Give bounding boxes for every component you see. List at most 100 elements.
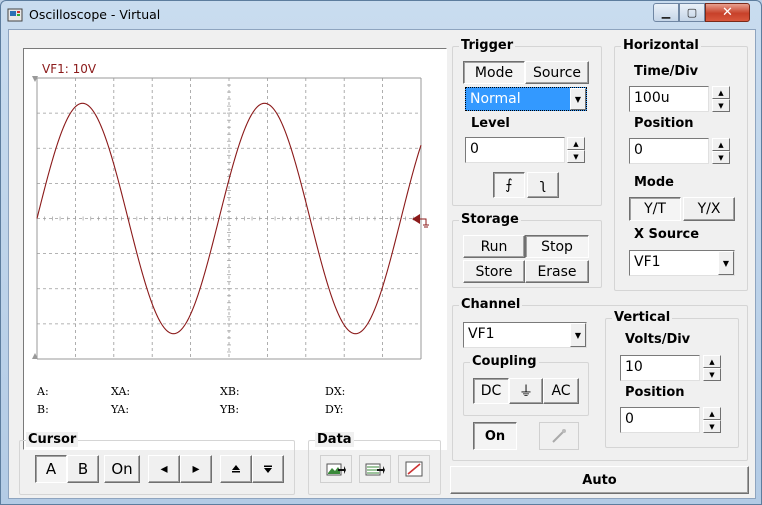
trigger-group: Trigger Mode Source Normal ▼ Level 0 ▲ ▼… — [452, 38, 602, 206]
trigger-mode-tab-label: Mode — [474, 64, 514, 81]
trigger-group-label: Trigger — [459, 38, 516, 53]
rising-edge-icon: ⨍ — [505, 177, 513, 193]
coupling-gnd-button[interactable]: ⏚ — [509, 378, 543, 404]
volts-div-input[interactable]: 10 — [620, 355, 700, 381]
spin-down-icon[interactable]: ▼ — [712, 99, 730, 112]
storage-run-label: Run — [480, 238, 508, 255]
storage-stop-label: Stop — [541, 238, 573, 255]
horizontal-position-input[interactable]: 0 — [629, 138, 709, 164]
export-data-icon — [365, 463, 385, 476]
cursor-on-button[interactable]: On — [104, 455, 140, 483]
time-div-value: 100u — [634, 90, 670, 106]
auto-label: Auto — [582, 472, 617, 488]
export-image-icon — [326, 463, 346, 476]
x-source-value: VF1 — [634, 254, 661, 270]
storage-stop-button[interactable]: Stop — [525, 235, 589, 258]
channel-scale-label: VF1: 10V — [42, 62, 97, 76]
cursor-b-button[interactable]: B — [67, 455, 99, 483]
readout-ya: YA: — [111, 403, 130, 416]
spin-up-icon[interactable]: ▲ — [567, 137, 585, 150]
mode-yt-label: Y/T — [644, 201, 666, 217]
ground-icon: ⏚ — [519, 384, 533, 400]
readout-dx: DX: — [325, 385, 346, 398]
time-div-input[interactable]: 100u — [629, 86, 709, 112]
cursor-up-button[interactable] — [220, 455, 252, 483]
mode-yx-label: Y/X — [697, 201, 721, 217]
maximize-icon: ▢ — [686, 6, 698, 19]
trigger-level-value: 0 — [470, 141, 479, 157]
title-bar[interactable]: Oscilloscope - Virtual ▁ ▢ ✕ — [1, 1, 761, 29]
trigger-mode-tab[interactable]: Mode — [463, 61, 525, 84]
arrow-right-icon: ▸ — [192, 461, 200, 477]
spin-down-icon[interactable]: ▼ — [703, 368, 721, 381]
mode-yx-button[interactable]: Y/X — [683, 197, 735, 221]
graph-icon — [405, 461, 423, 477]
channel-select[interactable]: VF1 — [463, 322, 587, 348]
scope-display[interactable]: VF1: 10V A: B: XA: YA: XB: YB: DX: DY: — [23, 48, 447, 450]
storage-run-button[interactable]: Run — [463, 235, 525, 258]
cursor-a-button[interactable]: A — [35, 455, 67, 483]
spin-up-icon[interactable]: ▲ — [712, 138, 730, 151]
client-area: VF1: 10V A: B: XA: YA: XB: YB: DX: DY: T… — [8, 29, 756, 499]
trigger-mode-dropdown-arrow[interactable]: ▼ — [570, 88, 586, 110]
storage-erase-button[interactable]: Erase — [525, 260, 589, 283]
chevron-down-icon: ▼ — [722, 258, 730, 268]
falling-edge-icon: ʅ — [539, 177, 547, 193]
channel-dropdown-arrow[interactable]: ▼ — [570, 323, 586, 347]
x-source-dropdown-arrow[interactable]: ▼ — [718, 251, 734, 275]
cursor-group-label: Cursor — [26, 432, 79, 447]
minimize-button[interactable]: ▁ — [653, 3, 679, 22]
trigger-mode-select[interactable]: Normal — [465, 87, 587, 111]
trigger-source-tab-label: Source — [532, 64, 582, 81]
horizontal-mode-label: Mode — [634, 175, 674, 190]
coupling-dc-label: DC — [480, 383, 502, 399]
horizontal-position-value: 0 — [634, 142, 643, 158]
maximize-button[interactable]: ▢ — [679, 3, 705, 22]
export-image-button[interactable] — [320, 455, 352, 483]
storage-group-label: Storage — [459, 212, 521, 227]
plot-graph-button[interactable] — [398, 455, 430, 483]
channel-on-button[interactable]: On — [473, 422, 517, 450]
trigger-source-tab[interactable]: Source — [525, 61, 589, 84]
spin-down-icon[interactable]: ▼ — [703, 420, 721, 433]
close-button[interactable]: ✕ — [705, 3, 750, 22]
horizontal-group-label: Horizontal — [621, 38, 701, 53]
storage-group: Storage Run Stop Store Erase — [452, 212, 602, 288]
cursor-b-label: B — [77, 460, 89, 478]
storage-store-button[interactable]: Store — [463, 260, 525, 283]
probe-icon — [552, 429, 566, 443]
auto-button[interactable]: Auto — [450, 466, 749, 494]
spin-up-icon[interactable]: ▲ — [703, 355, 721, 368]
data-group: Data — [308, 432, 441, 495]
window-title: Oscilloscope - Virtual — [29, 7, 161, 22]
trigger-falling-edge-button[interactable]: ʅ — [527, 172, 559, 198]
spin-up-icon[interactable]: ▲ — [703, 407, 721, 420]
trigger-rising-edge-button[interactable]: ⨍ — [493, 172, 525, 198]
channel-on-label: On — [484, 428, 506, 444]
minimize-icon: ▁ — [661, 6, 671, 19]
volts-div-value: 10 — [625, 359, 643, 375]
coupling-ac-button[interactable]: AC — [543, 378, 579, 404]
spin-down-icon[interactable]: ▼ — [567, 150, 585, 163]
probe-button[interactable] — [539, 422, 579, 450]
horizontal-group: Horizontal Time/Div 100u ▲ ▼ Position 0 … — [614, 38, 748, 291]
storage-erase-label: Erase — [537, 263, 577, 280]
channel-group: Channel VF1 ▼ Coupling DC ⏚ AC On Vertic… — [452, 297, 748, 461]
cursor-right-button[interactable]: ▸ — [180, 455, 212, 483]
spin-down-icon[interactable]: ▼ — [712, 151, 730, 164]
readout-a: A: — [37, 385, 49, 398]
cursor-on-label: On — [111, 460, 133, 478]
export-data-button[interactable] — [359, 455, 391, 483]
cursor-left-button[interactable]: ◂ — [148, 455, 180, 483]
trigger-level-input[interactable]: 0 — [465, 137, 565, 163]
trigger-mode-value: Normal — [470, 91, 521, 107]
cursor-down-button[interactable] — [252, 455, 284, 483]
arrow-up-icon — [232, 465, 240, 473]
readout-b: B: — [37, 403, 49, 416]
spin-up-icon[interactable]: ▲ — [712, 86, 730, 99]
vertical-position-input[interactable]: 0 — [620, 407, 700, 433]
mode-yt-button[interactable]: Y/T — [629, 197, 681, 221]
coupling-dc-button[interactable]: DC — [473, 378, 509, 404]
channel-group-label: Channel — [459, 297, 523, 312]
chevron-down-icon: ▼ — [574, 94, 582, 104]
